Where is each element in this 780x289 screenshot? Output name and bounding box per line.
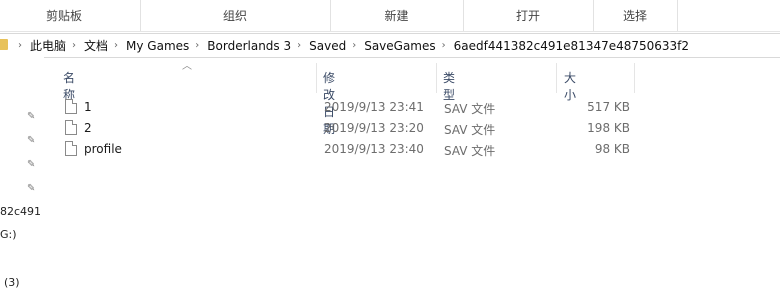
nav-item-user-folder[interactable]: 82c491	[0, 205, 41, 218]
file-icon	[65, 99, 77, 114]
folder-icon	[0, 39, 8, 50]
ribbon-group-new[interactable]: 新建	[330, 0, 464, 31]
file-name: profile	[84, 142, 122, 156]
file-row[interactable]: profile 2019/9/13 23:40 SAV 文件 98 KB	[54, 139, 694, 159]
ribbon-group-open[interactable]: 打开	[463, 0, 594, 31]
chevron-right-icon[interactable]: ›	[191, 40, 205, 51]
file-modified: 2019/9/13 23:40	[324, 142, 424, 156]
file-size: 517 KB	[587, 100, 630, 114]
column-divider[interactable]	[634, 63, 635, 93]
file-row[interactable]: 1 2019/9/13 23:41 SAV 文件 517 KB	[54, 97, 694, 117]
crumb-saved[interactable]: Saved	[307, 39, 348, 53]
chevron-right-icon[interactable]: ›	[110, 40, 124, 51]
file-size: 98 KB	[594, 142, 630, 156]
nav-item-network[interactable]: (3)	[4, 276, 20, 289]
ribbon: 剪贴板 组织 新建 打开 选择	[0, 0, 780, 32]
ribbon-group-label: 剪贴板	[45, 9, 82, 23]
sort-ascending-icon: ︿	[182, 61, 192, 72]
ribbon-group-label: 新建	[384, 9, 409, 23]
pin-icon[interactable]: ✎	[27, 184, 37, 194]
column-divider[interactable]	[436, 63, 437, 93]
crumb-this-pc[interactable]: 此电脑	[28, 37, 68, 54]
file-name: 1	[84, 100, 92, 114]
file-type: SAV 文件	[444, 123, 496, 137]
chevron-right-icon[interactable]: ›	[68, 40, 82, 51]
breadcrumb: › 此电脑 › 文档 › My Games › Borderlands 3 › …	[14, 34, 691, 57]
file-size: 198 KB	[587, 121, 630, 135]
crumb-my-games[interactable]: My Games	[124, 39, 191, 53]
pin-icon[interactable]: ✎	[27, 160, 37, 170]
crumb-profile-folder[interactable]: 6aedf441382c491e81347e48750633f2	[452, 39, 691, 53]
file-modified: 2019/9/13 23:41	[324, 100, 424, 114]
ribbon-group-clipboard[interactable]: 剪贴板	[0, 0, 141, 31]
file-name: 2	[84, 121, 92, 135]
ribbon-group-select[interactable]: 选择	[593, 0, 678, 31]
ribbon-group-label: 选择	[622, 9, 647, 23]
file-list: ︿ 名称 修改日期 类型 大小 1 2019/9/13 23:41 SAV 文件…	[54, 57, 780, 289]
pin-icon[interactable]: ✎	[27, 112, 37, 122]
file-row[interactable]: 2 2019/9/13 23:20 SAV 文件 198 KB	[54, 118, 694, 138]
chevron-right-icon[interactable]: ›	[293, 40, 307, 51]
chevron-right-icon[interactable]: ›	[348, 40, 362, 51]
chevron-right-icon[interactable]: ›	[14, 40, 28, 51]
file-icon	[65, 120, 77, 135]
crumb-savegames[interactable]: SaveGames	[362, 39, 437, 53]
crumb-borderlands-3[interactable]: Borderlands 3	[205, 39, 293, 53]
ribbon-group-label: 组织	[222, 9, 247, 23]
ribbon-group-organize[interactable]: 组织	[140, 0, 331, 31]
column-divider[interactable]	[556, 63, 557, 93]
address-bar[interactable]: › 此电脑 › 文档 › My Games › Borderlands 3 › …	[0, 33, 780, 58]
file-type: SAV 文件	[444, 144, 496, 158]
chevron-right-icon[interactable]: ›	[438, 40, 452, 51]
nav-item-drive[interactable]: G:)	[0, 228, 17, 241]
file-modified: 2019/9/13 23:20	[324, 121, 424, 135]
file-type: SAV 文件	[444, 102, 496, 116]
ribbon-group-label: 打开	[515, 9, 540, 23]
crumb-documents[interactable]: 文档	[82, 37, 110, 54]
column-divider[interactable]	[316, 63, 317, 93]
file-icon	[65, 141, 77, 156]
navigation-pane: ✎ ✎ ✎ ✎ 82c491 G:) (3)	[0, 57, 44, 289]
pin-icon[interactable]: ✎	[27, 136, 37, 146]
